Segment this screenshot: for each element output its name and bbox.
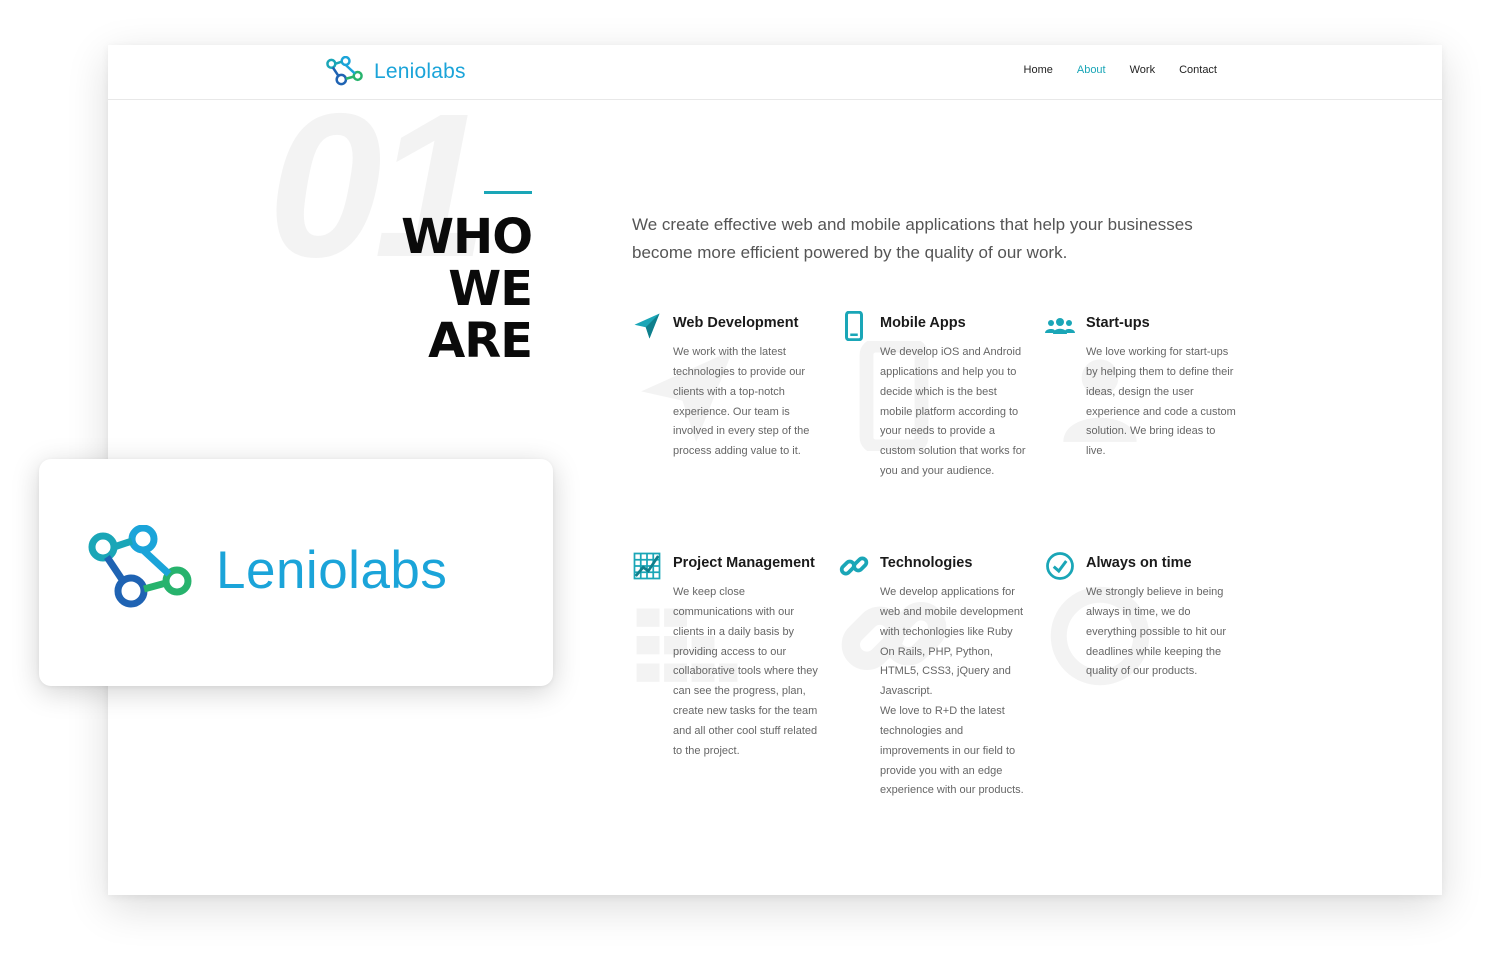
heading-line-1: WHO: [401, 209, 533, 265]
nav-work[interactable]: Work: [1130, 64, 1155, 76]
service-description: We strongly believe in being always in t…: [1086, 586, 1227, 678]
large-logo-text: Leniolabs: [216, 540, 448, 600]
service-description: We develop applications for web and mobi…: [880, 586, 1024, 797]
service-description: We work with the latest technologies to …: [673, 346, 810, 458]
molecule-logo-icon: [88, 525, 192, 608]
nav-contact[interactable]: Contact: [1179, 64, 1217, 76]
clock-check-icon: [1046, 552, 1074, 580]
heading-line-3: ARE: [428, 313, 533, 369]
mobile-phone-icon: [845, 311, 863, 341]
service-title: Technologies: [880, 555, 973, 571]
service-title: Project Management: [673, 555, 815, 571]
large-logo: Leniolabs: [86, 525, 447, 615]
nav-about[interactable]: About: [1077, 64, 1106, 76]
service-title: Start-ups: [1086, 315, 1150, 331]
section-heading: WHO WE ARE: [401, 209, 533, 369]
service-description: We love working for start-ups by helping…: [1086, 346, 1236, 458]
users-icon: [1045, 318, 1075, 334]
link-icon: [839, 556, 869, 576]
intro-text: We create effective web and mobile appli…: [632, 215, 1193, 262]
heading-line-2: WE: [448, 261, 533, 317]
logo-card: Leniolabs: [39, 459, 553, 686]
service-description: We develop iOS and Android applications …: [880, 346, 1026, 478]
main-nav: Home About Work Contact: [1024, 64, 1217, 76]
service-title: Web Development: [673, 315, 799, 331]
heading-accent-line: [484, 191, 532, 194]
nav-home[interactable]: Home: [1024, 64, 1053, 76]
service-title: Mobile Apps: [880, 315, 966, 331]
service-description: We keep close communications with our cl…: [673, 586, 818, 757]
paper-plane-icon: [634, 313, 660, 339]
service-title: Always on time: [1086, 555, 1192, 571]
grid-chart-icon: [633, 552, 661, 580]
